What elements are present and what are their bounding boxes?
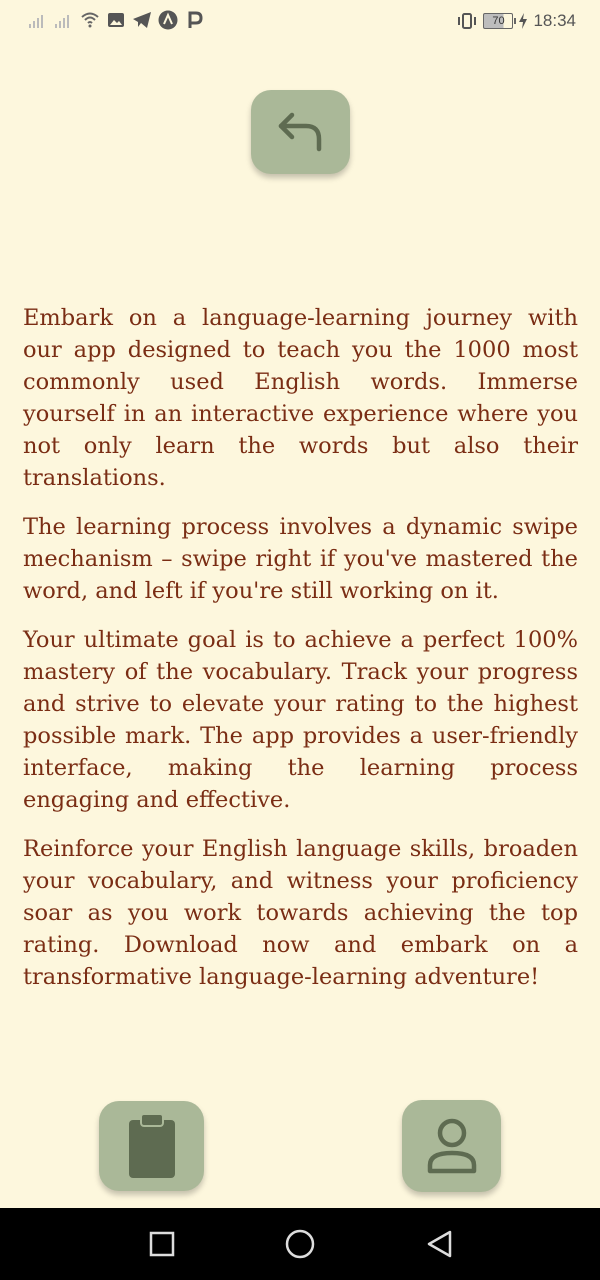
status-time: 18:34 [533, 11, 576, 30]
circle-icon [285, 1229, 315, 1259]
recents-button[interactable] [146, 1228, 178, 1260]
battery-level: 70 [492, 15, 505, 27]
status-bar: 70 18:34 [0, 0, 600, 44]
navigation-bar [0, 1208, 600, 1280]
triangle-back-icon [427, 1230, 452, 1258]
image-icon [108, 13, 124, 27]
status-right-icons: 70 18:34 [457, 11, 576, 31]
user-profile-icon [427, 1118, 476, 1174]
description-paragraph: Embark on a language-learning journey wi… [23, 305, 578, 491]
telegram-icon [133, 12, 151, 28]
back-nav-button[interactable] [424, 1228, 456, 1260]
description-paragraph: Reinforce your English language skills, … [23, 836, 578, 990]
status-left-icons [28, 10, 204, 30]
app-description: Embark on a language-learning journey wi… [23, 302, 578, 1010]
vibrate-icon [458, 13, 477, 29]
home-button[interactable] [284, 1228, 316, 1260]
signal-icon [29, 15, 43, 28]
app-a-icon [158, 10, 178, 30]
charging-icon [519, 13, 528, 29]
battery-icon: 70 [483, 13, 517, 29]
back-button[interactable] [251, 90, 350, 174]
clipboard-icon [128, 1113, 175, 1178]
description-paragraph: Your ultimate goal is to achieve a perfe… [23, 627, 578, 813]
profile-button[interactable] [402, 1100, 501, 1192]
signal-icon [55, 15, 69, 28]
app-p-icon [188, 11, 203, 28]
undo-arrow-icon [278, 112, 321, 152]
description-paragraph: The learning process involves a dynamic … [23, 514, 578, 604]
square-icon [149, 1231, 175, 1257]
wifi-icon [81, 12, 99, 28]
word-list-button[interactable] [99, 1101, 204, 1191]
